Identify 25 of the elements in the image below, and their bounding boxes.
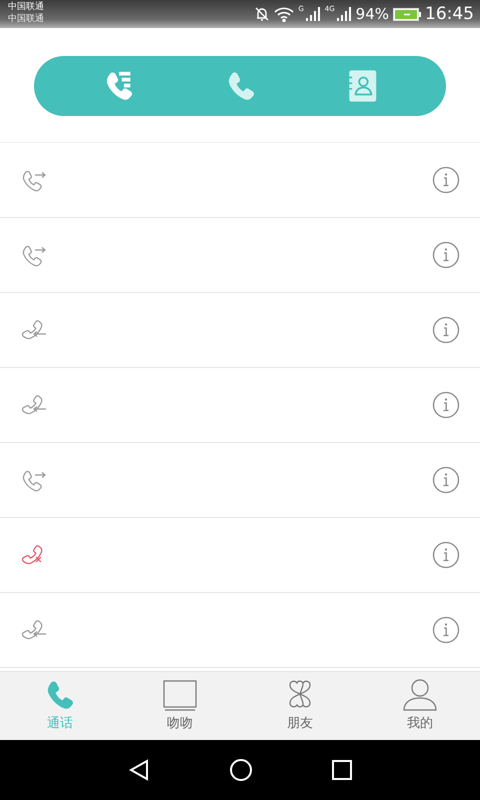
- back-icon[interactable]: [127, 758, 151, 782]
- info-icon[interactable]: [432, 316, 460, 344]
- person-icon: [402, 678, 438, 712]
- battery-icon: [393, 8, 421, 20]
- nav-tab[interactable]: 朋友: [240, 672, 360, 740]
- battery-percent: 94%: [356, 5, 389, 23]
- info-icon[interactable]: [432, 541, 460, 569]
- carrier-name: 中国联通: [8, 13, 44, 25]
- home-icon[interactable]: [229, 758, 253, 782]
- nav-tab[interactable]: 吻吻: [120, 672, 240, 740]
- info-icon[interactable]: [432, 616, 460, 644]
- clock-time: 16:45: [425, 4, 474, 24]
- contacts-icon[interactable]: [346, 69, 378, 103]
- info-icon[interactable]: [432, 391, 460, 419]
- carrier-name: 中国联通: [8, 1, 44, 13]
- info-icon[interactable]: [432, 241, 460, 269]
- recents-icon[interactable]: [331, 759, 353, 781]
- signal-icon: [336, 6, 352, 22]
- wifi-icon: [274, 6, 294, 22]
- bell-off-icon: [254, 6, 270, 22]
- info-icon[interactable]: [432, 466, 460, 494]
- monitor-icon: [162, 680, 198, 712]
- nav-tab[interactable]: 我的: [360, 672, 480, 740]
- info-icon[interactable]: [432, 166, 460, 194]
- signal-icon: [304, 6, 321, 22]
